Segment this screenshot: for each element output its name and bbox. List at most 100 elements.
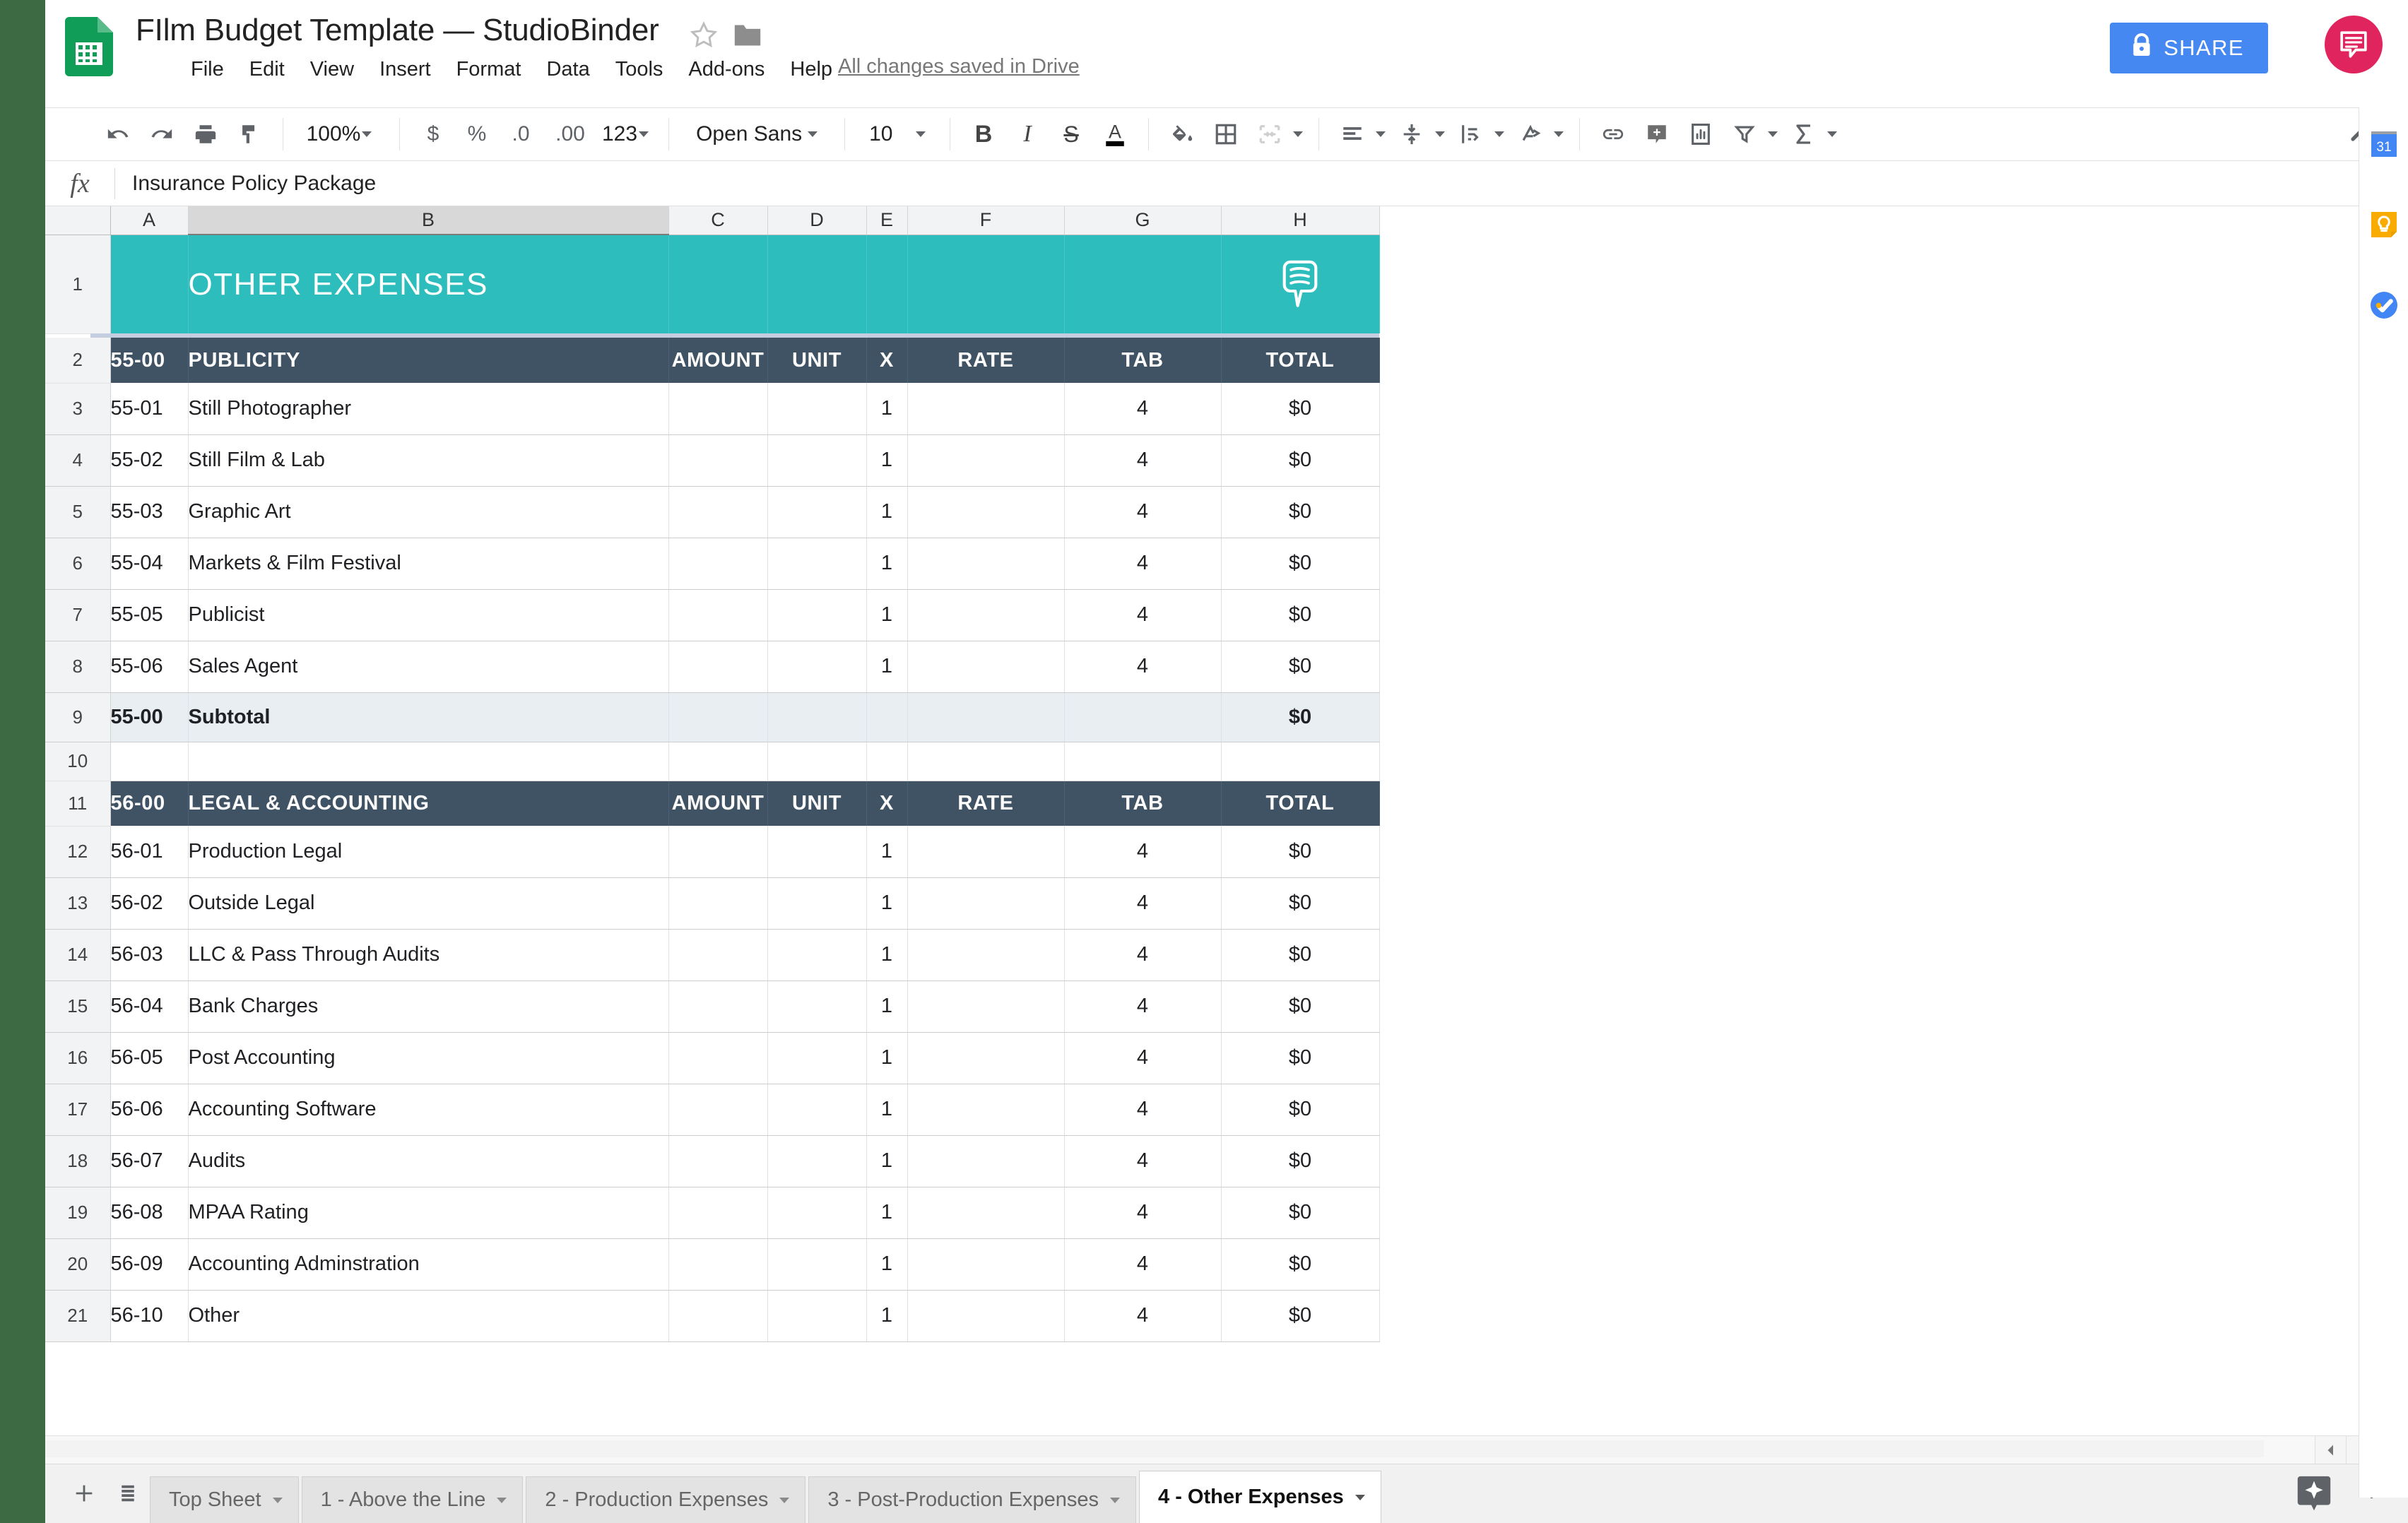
cell-c-11[interactable]: AMOUNT: [668, 781, 768, 826]
cell-d-4[interactable]: [767, 434, 867, 487]
cell-c-3[interactable]: [668, 383, 768, 435]
cell-a-6[interactable]: 55-04: [110, 538, 189, 590]
cell-a-10[interactable]: [110, 742, 189, 781]
horizontal-scrollbar[interactable]: [45, 1435, 2408, 1464]
row-header-1[interactable]: 1: [45, 235, 111, 334]
row-header-5[interactable]: 5: [45, 486, 111, 538]
cell-h-9[interactable]: $0: [1221, 692, 1380, 742]
cell-h-5[interactable]: $0: [1221, 486, 1380, 538]
avatar[interactable]: [2325, 16, 2383, 73]
cell-a-3[interactable]: 55-01: [110, 383, 189, 435]
horizontal-align-icon[interactable]: [1330, 113, 1374, 155]
document-title[interactable]: FIlm Budget Template — StudioBinder: [136, 13, 659, 48]
cell-a-7[interactable]: 55-05: [110, 589, 189, 641]
row-header-14[interactable]: 14: [45, 929, 111, 981]
cell-a-4[interactable]: 55-02: [110, 434, 189, 487]
cell-c-15[interactable]: [668, 980, 768, 1033]
cell-g-9[interactable]: [1064, 692, 1222, 742]
cell-g-21[interactable]: 4: [1064, 1290, 1222, 1342]
cell-d-10[interactable]: [767, 742, 867, 781]
chevron-down-icon[interactable]: [1554, 131, 1564, 137]
row-header-3[interactable]: 3: [45, 383, 111, 435]
text-wrapping-icon[interactable]: [1449, 113, 1493, 155]
cell-a-9[interactable]: 55-00: [110, 692, 189, 742]
chevron-down-icon[interactable]: [779, 1497, 790, 1503]
cell-f-9[interactable]: [907, 692, 1065, 742]
cell-h-7[interactable]: $0: [1221, 589, 1380, 641]
row-header-17[interactable]: 17: [45, 1084, 111, 1136]
cell-f-21[interactable]: [907, 1290, 1065, 1342]
cell-b-4[interactable]: Still Film & Lab: [188, 434, 669, 487]
functions-icon[interactable]: [1782, 113, 1826, 155]
cell-h-16[interactable]: $0: [1221, 1032, 1380, 1084]
text-color-button[interactable]: A: [1093, 113, 1137, 155]
share-button[interactable]: SHARE: [2110, 23, 2268, 73]
star-icon[interactable]: [688, 20, 719, 51]
cell-d-2[interactable]: UNIT: [767, 338, 867, 383]
cell-b-21[interactable]: Other: [188, 1290, 669, 1342]
cell-e-9[interactable]: [866, 692, 908, 742]
cell-h-19[interactable]: $0: [1221, 1187, 1380, 1239]
row-header-10[interactable]: 10: [45, 742, 111, 781]
column-header-b[interactable]: B: [188, 206, 669, 235]
menu-item-tools[interactable]: Tools: [603, 54, 676, 85]
cell-b-5[interactable]: Graphic Art: [188, 486, 669, 538]
insert-link-icon[interactable]: [1591, 113, 1635, 155]
cell-h-11[interactable]: TOTAL: [1221, 781, 1380, 826]
column-header-c[interactable]: C: [668, 206, 768, 235]
cell-a-16[interactable]: 56-05: [110, 1032, 189, 1084]
row-header-21[interactable]: 21: [45, 1290, 111, 1342]
vertical-align-icon[interactable]: [1390, 113, 1434, 155]
cell-b-20[interactable]: Accounting Adminstration: [188, 1238, 669, 1291]
cell-e-12[interactable]: 1: [866, 826, 908, 878]
cell-b-9[interactable]: Subtotal: [188, 692, 669, 742]
tasks-icon[interactable]: [2367, 288, 2401, 322]
row-header-9[interactable]: 9: [45, 692, 111, 742]
cell-b-6[interactable]: Markets & Film Festival: [188, 538, 669, 590]
column-header-d[interactable]: D: [767, 206, 867, 235]
cell-d-15[interactable]: [767, 980, 867, 1033]
currency-format-button[interactable]: $: [411, 113, 455, 155]
cell-a-19[interactable]: 56-08: [110, 1187, 189, 1239]
cell-b-11[interactable]: LEGAL & ACCOUNTING: [188, 781, 669, 826]
cell-c-9[interactable]: [668, 692, 768, 742]
banner-quote-icon-cell[interactable]: [1221, 235, 1380, 333]
cell-d-21[interactable]: [767, 1290, 867, 1342]
save-status-link[interactable]: All changes saved in Drive: [838, 55, 1080, 78]
cell-e-21[interactable]: 1: [866, 1290, 908, 1342]
chevron-down-icon[interactable]: [497, 1497, 507, 1503]
sheet-tab-2[interactable]: 1 - Above the Line: [301, 1476, 524, 1523]
cell-b-17[interactable]: Accounting Software: [188, 1084, 669, 1136]
cell-d-20[interactable]: [767, 1238, 867, 1291]
cell-b-3[interactable]: Still Photographer: [188, 383, 669, 435]
chevron-down-icon[interactable]: [1435, 131, 1446, 137]
cell-g-6[interactable]: 4: [1064, 538, 1222, 590]
cell-a-21[interactable]: 56-10: [110, 1290, 189, 1342]
filter-icon[interactable]: [1723, 113, 1766, 155]
cell-e-6[interactable]: 1: [866, 538, 908, 590]
cell-b-18[interactable]: Audits: [188, 1135, 669, 1187]
column-header-g[interactable]: G: [1064, 206, 1222, 235]
menu-item-addons[interactable]: Add-ons: [675, 54, 777, 85]
percent-format-button[interactable]: %: [455, 113, 499, 155]
cell-g-2[interactable]: TAB: [1064, 338, 1222, 383]
cell-c-14[interactable]: [668, 929, 768, 981]
italic-button[interactable]: I: [1005, 113, 1049, 155]
cell-g-7[interactable]: 4: [1064, 589, 1222, 641]
cell-g-3[interactable]: 4: [1064, 383, 1222, 435]
banner-cell-d1[interactable]: [767, 235, 867, 333]
cell-b-19[interactable]: MPAA Rating: [188, 1187, 669, 1239]
borders-icon[interactable]: [1204, 113, 1248, 155]
cell-c-2[interactable]: AMOUNT: [668, 338, 768, 383]
cell-f-12[interactable]: [907, 826, 1065, 878]
insert-chart-icon[interactable]: [1679, 113, 1723, 155]
cell-g-4[interactable]: 4: [1064, 434, 1222, 487]
cell-f-16[interactable]: [907, 1032, 1065, 1084]
cell-c-18[interactable]: [668, 1135, 768, 1187]
cell-h-13[interactable]: $0: [1221, 877, 1380, 930]
cell-f-2[interactable]: RATE: [907, 338, 1065, 383]
bold-button[interactable]: B: [962, 113, 1005, 155]
cell-f-18[interactable]: [907, 1135, 1065, 1187]
cell-h-15[interactable]: $0: [1221, 980, 1380, 1033]
cell-h-8[interactable]: $0: [1221, 641, 1380, 693]
